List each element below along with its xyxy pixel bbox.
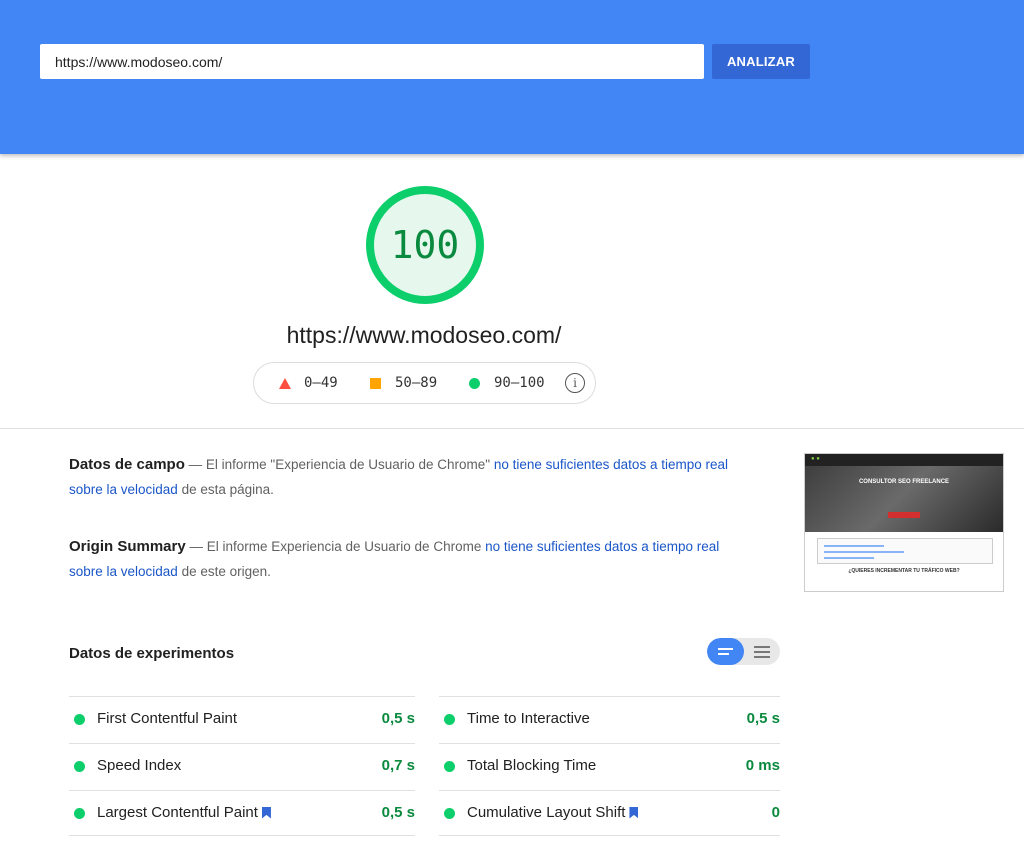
metric-label: Speed Index <box>97 757 182 774</box>
pass-circle-icon <box>444 714 455 725</box>
origin-summary-text-end: de este origen. <box>177 564 271 579</box>
origin-summary-text: — El informe Experiencia de Usuario de C… <box>185 539 486 554</box>
bookmark-icon[interactable] <box>261 806 271 819</box>
thumbnail-line <box>824 545 884 547</box>
legend-fail: 0–49 <box>279 363 338 403</box>
square-icon <box>370 377 381 389</box>
circle-icon <box>469 377 480 389</box>
analyzed-url: https://www.modoseo.com/ <box>286 322 562 348</box>
lab-data-title: Datos de experimentos <box>69 645 235 662</box>
legend-fail-label: 0–49 <box>304 375 338 391</box>
field-data-text-end: de esta página. <box>177 482 274 497</box>
metric-name: Total Blocking Time <box>467 757 596 774</box>
page-screenshot-thumbnail: ● ● CONSULTOR SEO FREELANCE ¿QUIERES INC… <box>804 453 1004 592</box>
metric-total-blocking-time: Total Blocking Time 0 ms <box>439 743 780 789</box>
triangle-icon <box>279 377 291 389</box>
metric-name: First Contentful Paint <box>97 710 237 727</box>
score-legend: 0–49 50–89 90–100 i <box>253 362 596 404</box>
pass-circle-icon <box>74 761 85 772</box>
thumbnail-cta: ¿QUIERES INCREMENTAR TU TRÁFICO WEB? <box>848 568 960 574</box>
metric-largest-contentful-paint: Largest Contentful Paint 0,5 s <box>69 790 415 836</box>
expanded-view-icon <box>754 645 770 648</box>
metric-value: 0,5 s <box>746 710 780 727</box>
metric-label: Time to Interactive <box>467 710 590 727</box>
legend-pass: 90–100 <box>469 363 545 403</box>
metric-time-to-interactive: Time to Interactive 0,5 s <box>439 696 780 742</box>
view-toggle[interactable] <box>707 638 780 665</box>
analyze-button[interactable]: ANALIZAR <box>712 44 810 79</box>
expanded-view-icon-line <box>754 650 770 653</box>
toggle-compact-view[interactable] <box>707 638 744 665</box>
compact-view-icon-line <box>718 653 729 655</box>
compact-view-icon <box>718 648 733 650</box>
metric-value: 0,5 s <box>381 710 415 727</box>
thumbnail-button <box>888 512 920 518</box>
bookmark-icon[interactable] <box>629 806 639 819</box>
metric-cumulative-layout-shift: Cumulative Layout Shift 0 <box>439 790 780 836</box>
metrics-divider <box>439 835 780 836</box>
thumbnail-line <box>824 557 874 559</box>
url-input[interactable] <box>40 44 704 79</box>
metric-name: Speed Index <box>97 757 181 774</box>
section-divider <box>0 428 1024 429</box>
legend-pass-label: 90–100 <box>494 375 545 391</box>
legend-average-label: 50–89 <box>395 375 438 391</box>
info-icon[interactable]: i <box>565 373 585 393</box>
header-bar: ANALIZAR <box>0 0 1024 154</box>
pass-circle-icon <box>444 761 455 772</box>
pass-circle-icon <box>74 808 85 819</box>
field-data-section: Datos de campo — El informe "Experiencia… <box>69 452 739 502</box>
metric-speed-index: Speed Index 0,7 s <box>69 743 415 789</box>
metric-label: Largest Contentful Paint <box>97 804 258 821</box>
thumbnail-nav: ● ● <box>805 454 1003 466</box>
metric-value: 0 ms <box>745 757 780 774</box>
metric-value: 0 <box>771 804 780 821</box>
pass-circle-icon <box>444 808 455 819</box>
expanded-view-icon-line <box>754 655 770 658</box>
thumbnail-logo: ● ● <box>811 456 820 462</box>
origin-summary-section: Origin Summary — El informe Experiencia … <box>69 534 739 584</box>
metric-label: Total Blocking Time <box>467 757 597 774</box>
metric-first-contentful-paint: First Contentful Paint 0,5 s <box>69 696 415 742</box>
metric-value: 0,7 s <box>381 757 415 774</box>
toggle-expanded-view[interactable] <box>744 638 780 665</box>
metric-name: Time to Interactive <box>467 710 590 727</box>
thumbnail-heading: CONSULTOR SEO FREELANCE <box>858 479 950 485</box>
origin-summary-title: Origin Summary <box>69 538 186 555</box>
metric-value: 0,5 s <box>381 804 415 821</box>
metrics-divider <box>69 835 415 836</box>
metric-label: First Contentful Paint <box>97 710 238 727</box>
legend-average: 50–89 <box>370 363 437 403</box>
field-data-text: — El informe "Experiencia de Usuario de … <box>184 457 494 472</box>
pass-circle-icon <box>74 714 85 725</box>
field-data-title: Datos de campo <box>69 456 185 473</box>
metric-label: Cumulative Layout Shift <box>467 804 626 821</box>
thumbnail-box <box>817 538 993 564</box>
metric-name: Largest Contentful Paint <box>97 804 271 821</box>
thumbnail-line <box>824 551 904 553</box>
metric-name: Cumulative Layout Shift <box>467 804 639 821</box>
performance-score: 100 <box>390 223 460 267</box>
